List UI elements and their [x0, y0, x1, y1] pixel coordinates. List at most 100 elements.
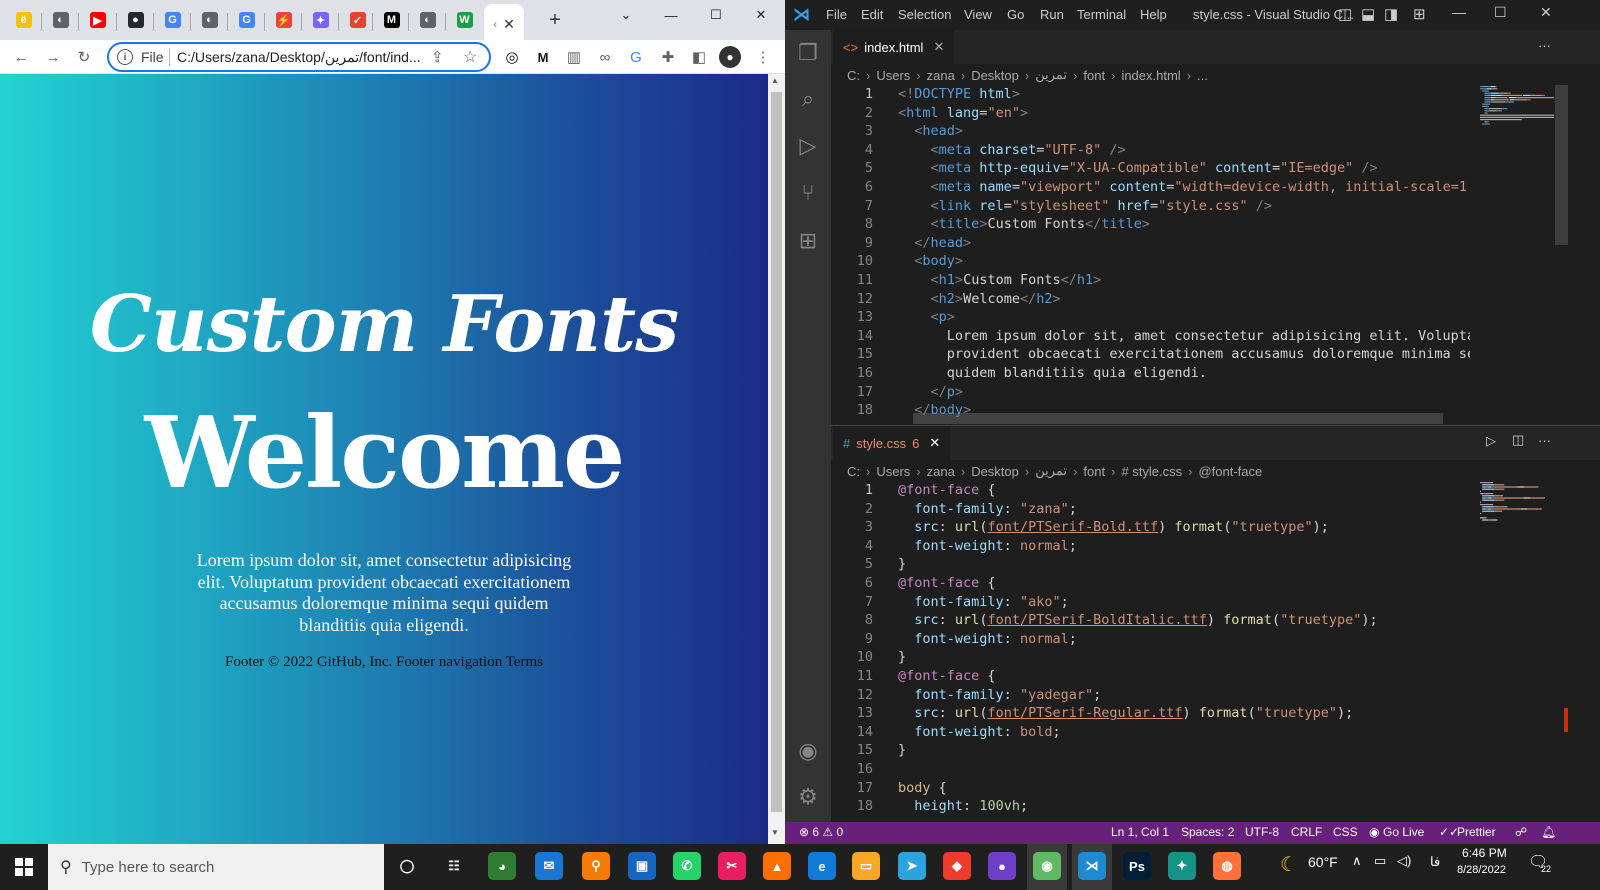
input-language[interactable]: فا [1430, 854, 1440, 870]
clock-date[interactable]: 8/28/2022 [1457, 864, 1506, 876]
telegram-icon[interactable]: ➤ [898, 852, 926, 880]
editor-more-actions-icon[interactable]: ··· [1538, 433, 1551, 448]
menu-terminal[interactable]: Terminal [1077, 7, 1126, 22]
toggle-sidebar-icon[interactable]: ◫ [1338, 5, 1352, 23]
maximize-button[interactable]: ☐ [693, 0, 739, 30]
scroll-down-arrow-icon[interactable]: ▼ [771, 828, 779, 837]
breadcrumb-item[interactable]: # style.css [1121, 464, 1182, 479]
medium-extension-icon[interactable]: M [532, 46, 554, 68]
github-desktop-icon[interactable]: ● [988, 852, 1016, 880]
address-bar[interactable]: i File C:/Users/zana/Desktop/تمرين/font/… [107, 42, 491, 72]
account-icon[interactable]: ◉ [793, 736, 823, 766]
share-icon[interactable]: ⇪ [431, 48, 444, 66]
menu-help[interactable]: Help [1140, 7, 1167, 22]
menu-go[interactable]: Go [1007, 7, 1024, 22]
extensions-puzzle-icon[interactable]: ✚ [657, 46, 679, 68]
breadcrumb-item[interactable]: font [1083, 464, 1105, 479]
split-editor-icon[interactable]: ◫ [1512, 432, 1524, 448]
show-hidden-icons-chevron-icon[interactable]: ∧ [1352, 853, 1362, 869]
remote-desktop-icon[interactable]: ▣ [628, 852, 656, 880]
breadcrumb-item[interactable]: zana [927, 68, 955, 83]
file-explorer-icon[interactable]: ▭ [852, 852, 880, 880]
volume-icon[interactable]: ◁) [1397, 853, 1411, 869]
problems-status[interactable]: ⊗ 6 ⚠ 0 [799, 825, 843, 839]
breadcrumb-item[interactable]: zana [927, 464, 955, 479]
photoshop-icon[interactable]: Ps [1123, 852, 1151, 880]
new-tab-button[interactable]: + [545, 9, 565, 31]
vlc-icon[interactable]: ▲ [763, 852, 791, 880]
breadcrumb-item[interactable]: font [1083, 68, 1105, 83]
breadcrumb-item[interactable]: C: [847, 464, 860, 479]
edge-icon[interactable]: e [808, 852, 836, 880]
editor-more-actions-icon[interactable]: ··· [1538, 38, 1551, 53]
browser-tab[interactable]: ◐ [191, 0, 228, 40]
browser-tab[interactable]: ▶ [79, 0, 116, 40]
indentation-status[interactable]: Spaces: 2 [1181, 825, 1234, 839]
gitkraken-icon[interactable]: ✦ [1168, 852, 1196, 880]
back-icon[interactable]: ← [10, 46, 32, 68]
tab-index-html[interactable]: <> index.html ✕ [833, 30, 955, 64]
extension-circle-icon[interactable]: ◎ [501, 46, 523, 68]
scroll-up-arrow-icon[interactable]: ▲ [771, 76, 779, 85]
weather-temperature[interactable]: 60°F [1308, 854, 1338, 870]
minimap-editor2[interactable] [1478, 481, 1558, 591]
settings-gear-icon[interactable]: ⚙ [793, 782, 823, 812]
go-live-button[interactable]: Go Live [1383, 825, 1424, 839]
browser-tab[interactable]: ⚡ [265, 0, 302, 40]
editor1-scrollbar[interactable] [1555, 85, 1568, 245]
reload-icon[interactable]: ↻ [73, 46, 95, 68]
menu-view[interactable]: View [964, 7, 992, 22]
browser-tab[interactable]: G [154, 0, 191, 40]
customize-layout-icon[interactable]: ⊞ [1413, 5, 1426, 23]
encoding-status[interactable]: UTF-8 [1245, 825, 1279, 839]
breadcrumb-item[interactable]: @font-face [1198, 464, 1262, 479]
close-tab-icon[interactable]: ✕ [929, 435, 940, 451]
run-file-icon[interactable]: ▷ [1486, 433, 1496, 449]
taskbar-search-box[interactable]: ⚲ Type here to search [48, 844, 384, 890]
anydesk-icon[interactable]: ◆ [943, 852, 971, 880]
browser-tab[interactable]: G [228, 0, 265, 40]
extensions-icon[interactable]: ⊞ [793, 226, 823, 256]
browser-tab[interactable]: ✦ [302, 0, 339, 40]
eol-status[interactable]: CRLF [1291, 825, 1322, 839]
feedback-icon[interactable]: ☍ [1515, 825, 1527, 839]
menu-edit[interactable]: Edit [861, 7, 883, 22]
breadcrumb-item[interactable]: Users [876, 464, 910, 479]
link-extension-icon[interactable]: ∞ [594, 46, 616, 68]
tab-style-css[interactable]: # style.css 6 ✕ [833, 426, 951, 460]
chrome-canary-icon[interactable]: ◕ [488, 852, 516, 880]
url-text[interactable]: C:/Users/zana/Desktop/تمرين/font/ind... [177, 49, 427, 66]
close-tab-icon[interactable]: ✕ [503, 16, 515, 33]
vscode-maximize-button[interactable]: ☐ [1494, 4, 1507, 21]
task-view-icon[interactable]: ◯ [393, 852, 421, 880]
scrollbar-thumb[interactable] [771, 92, 782, 812]
mail-icon[interactable]: ✉ [535, 852, 563, 880]
close-tab-icon[interactable]: ✕ [933, 39, 944, 55]
browser-tab[interactable]: M [373, 0, 410, 40]
active-tab[interactable]: ‹ ✕ [484, 4, 524, 44]
breadcrumb-item[interactable]: Users [876, 68, 910, 83]
windows-start-button[interactable] [0, 844, 48, 890]
browser-tab[interactable]: ë [5, 0, 42, 40]
clock-time[interactable]: 6:46 PM [1462, 846, 1507, 860]
notifications-bell-icon[interactable]: 🔔︎ [1541, 825, 1556, 839]
browser-tab[interactable]: ◐ [409, 0, 446, 40]
editor1-horizontal-scrollbar[interactable] [913, 413, 1443, 424]
source-control-icon[interactable]: ⑂ [793, 178, 823, 208]
breadcrumb-item[interactable]: تمرين [1035, 67, 1067, 83]
breadcrumb-item[interactable]: تمرين [1035, 463, 1067, 479]
vscode-minimize-button[interactable]: — [1452, 4, 1466, 20]
tab-search-icon[interactable]: ⌄ [603, 0, 649, 30]
explorer-icon[interactable]: ❐ [793, 38, 823, 68]
menu-selection[interactable]: Selection [898, 7, 951, 22]
breadcrumb-item[interactable]: Desktop [971, 68, 1019, 83]
language-mode[interactable]: CSS [1333, 825, 1358, 839]
menu-file[interactable]: File [826, 7, 847, 22]
menu-run[interactable]: Run [1040, 7, 1064, 22]
profile-avatar[interactable]: ● [719, 46, 741, 68]
firefox-icon[interactable]: ◍ [1213, 852, 1241, 880]
browser-tab[interactable]: ✓ [339, 0, 376, 40]
toggle-panel-icon[interactable]: ⬓ [1361, 5, 1375, 23]
weather-moon-icon[interactable]: ☾ [1280, 852, 1298, 877]
breadcrumb-item[interactable]: index.html [1121, 68, 1180, 83]
